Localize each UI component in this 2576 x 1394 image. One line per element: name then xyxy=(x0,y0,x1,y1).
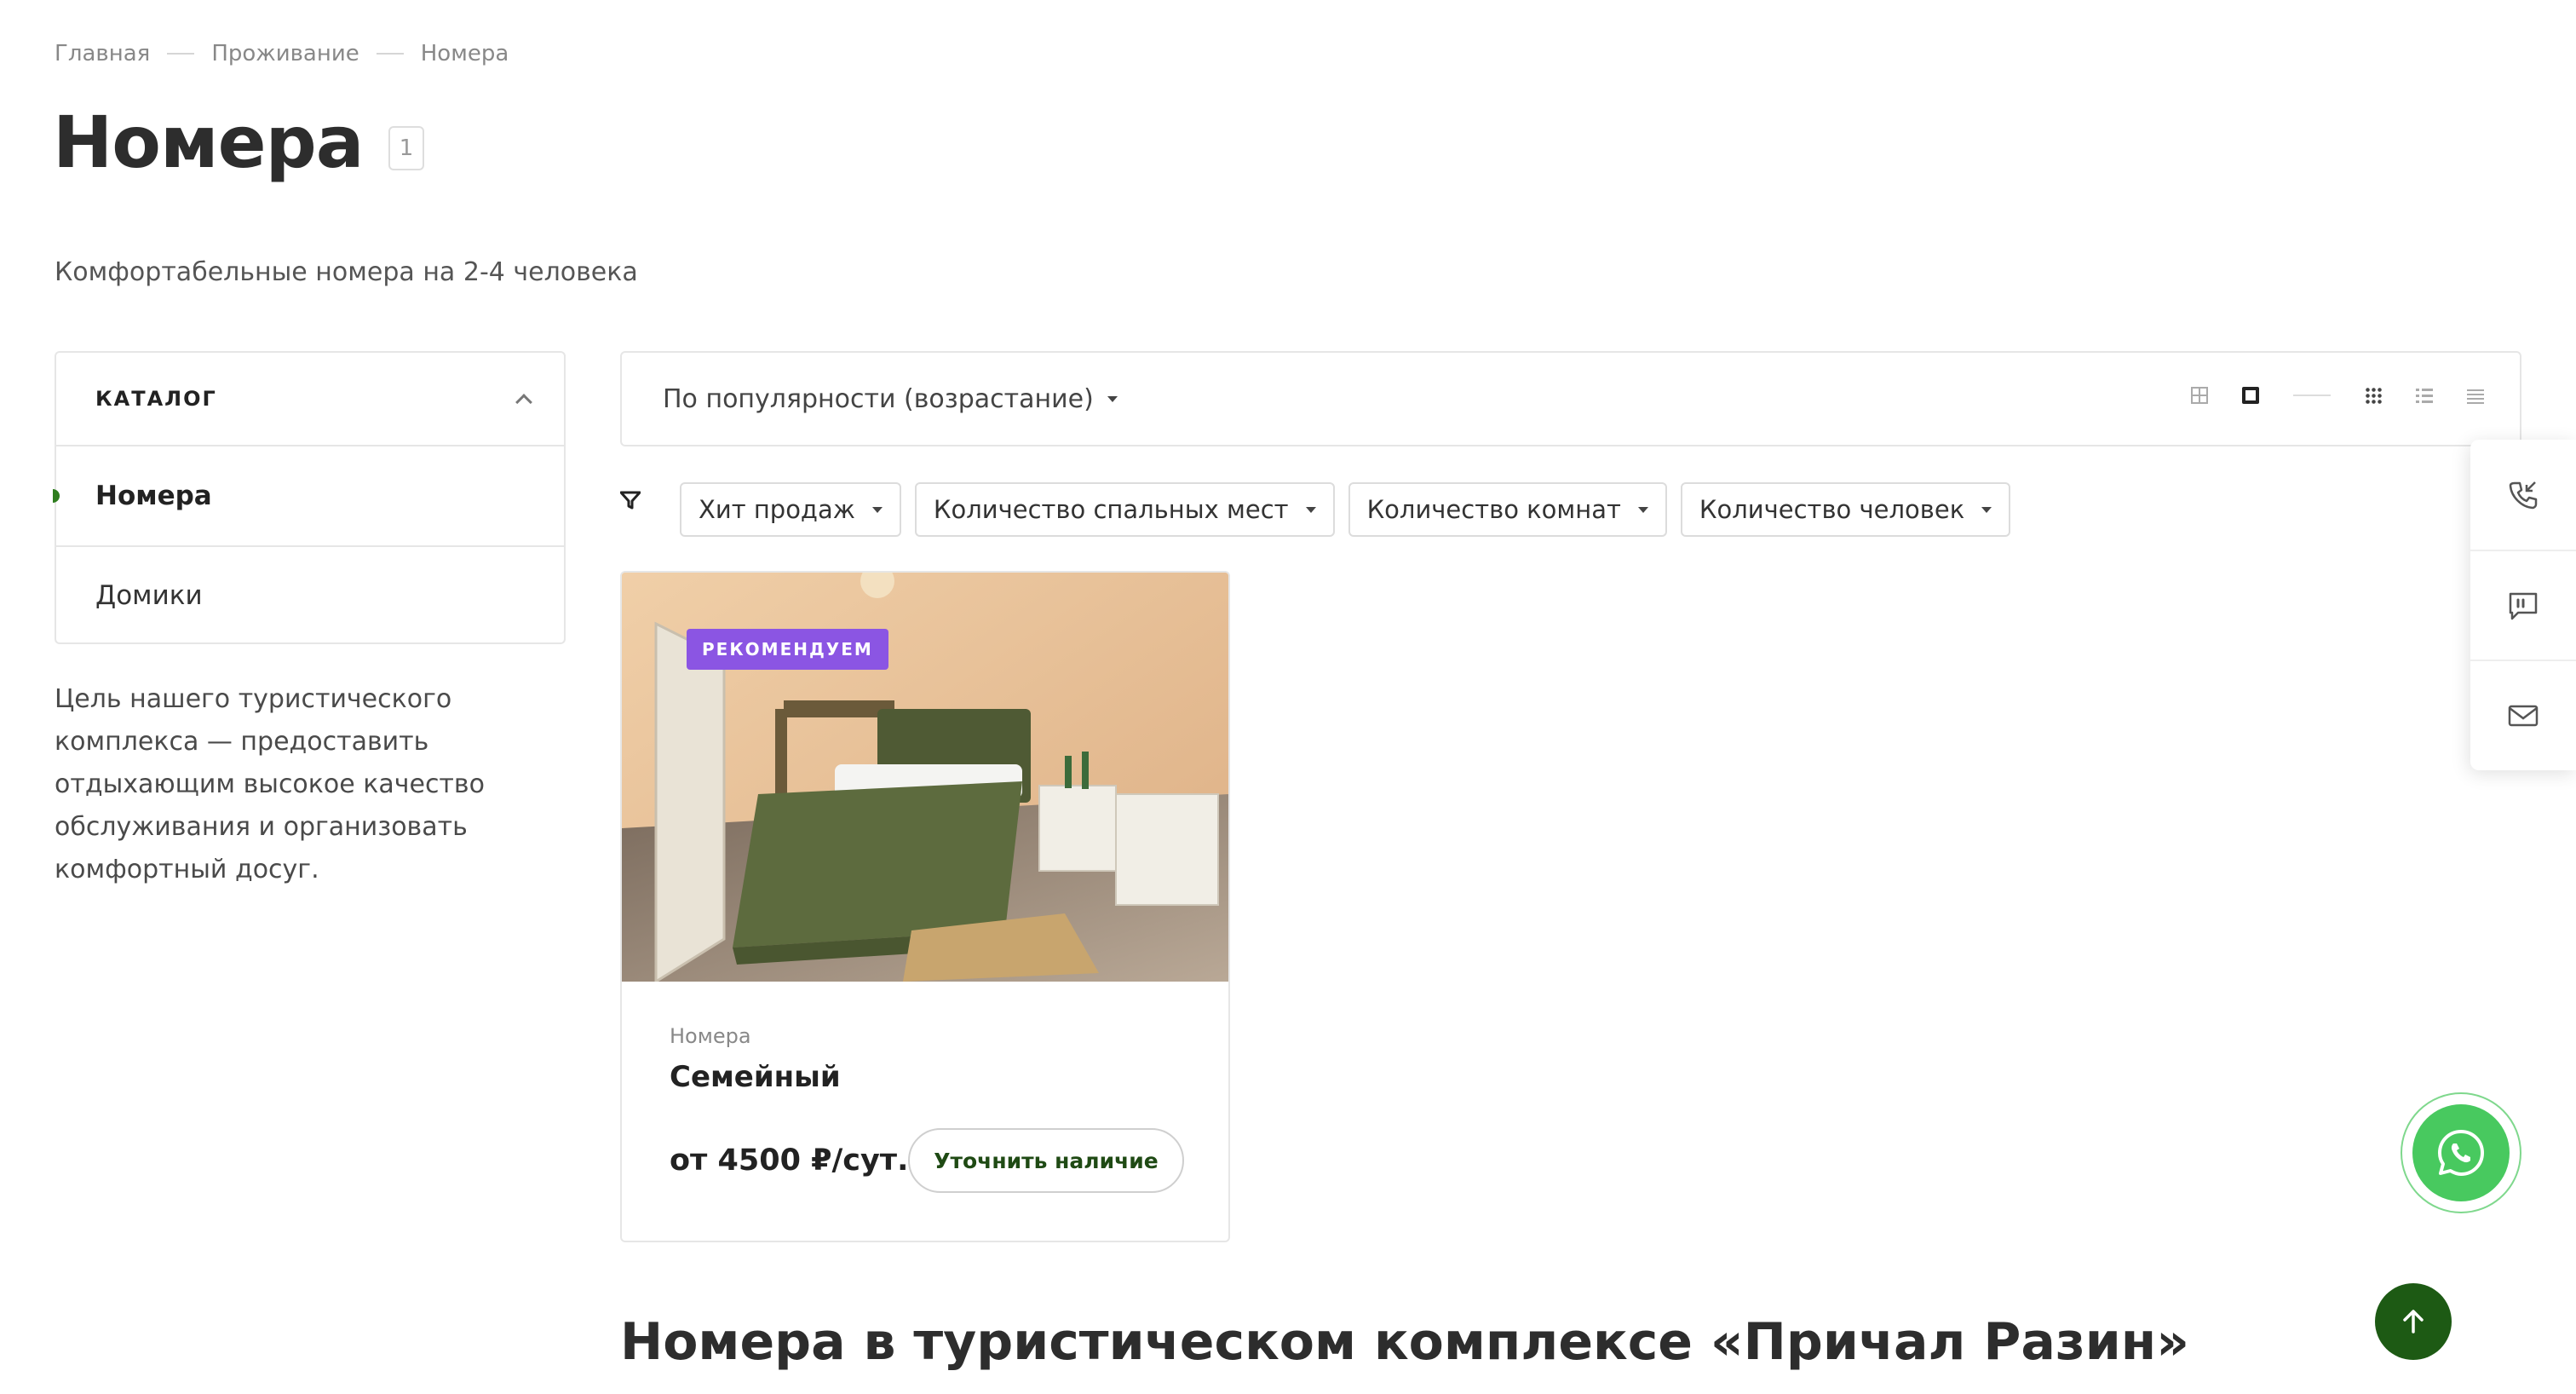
scroll-to-top-button[interactable] xyxy=(2375,1283,2452,1360)
filter-label: Количество человек xyxy=(1699,495,1965,524)
breadcrumb-separator xyxy=(376,53,404,55)
tiles-icon[interactable] xyxy=(2365,387,2382,404)
phone-callback-icon xyxy=(2509,481,2538,509)
breadcrumb-home[interactable]: Главная xyxy=(55,41,150,66)
product-photo[interactable]: РЕКОМЕНДУЕМ xyxy=(622,573,1228,982)
whatsapp-icon xyxy=(2438,1130,2484,1176)
breadcrumb-current: Номера xyxy=(420,41,509,66)
filter-beds[interactable]: Количество спальных мест xyxy=(914,482,1335,537)
caret-down-icon xyxy=(1637,506,1648,513)
caret-down-icon xyxy=(1981,506,1992,513)
chevron-up-icon[interactable] xyxy=(515,394,532,411)
product-category: Номера xyxy=(670,1024,751,1048)
catalog-title: КАТАЛОГ xyxy=(95,387,217,411)
filter-icon[interactable] xyxy=(620,491,641,510)
breadcrumb-separator xyxy=(167,53,195,55)
sort-select-value: По популярности (возрастание) xyxy=(663,383,1094,414)
caret-down-icon xyxy=(1305,506,1316,513)
callback-button[interactable] xyxy=(2470,440,2576,550)
product-card: РЕКОМЕНДУЕМ Номера Семейный от 4500 ₽/су… xyxy=(620,571,1230,1242)
chat-quote-icon xyxy=(2509,592,2538,619)
recommended-badge: РЕКОМЕНДУЕМ xyxy=(687,629,888,670)
table-icon[interactable] xyxy=(2467,387,2484,404)
filter-label: Хит продаж xyxy=(699,495,855,524)
breadcrumb: Главная Проживание Номера xyxy=(55,41,509,66)
arrow-up-icon xyxy=(2403,1310,2424,1334)
view-switcher xyxy=(2191,387,2484,404)
filter-guests[interactable]: Количество человек xyxy=(1680,482,2011,537)
filter-label: Количество спальных мест xyxy=(933,495,1289,524)
whatsapp-circle xyxy=(2412,1104,2510,1201)
contact-panel xyxy=(2470,440,2576,770)
check-availability-button[interactable]: Уточнить наличие xyxy=(908,1128,1184,1193)
results-count-badge: 1 xyxy=(388,126,424,170)
page-subtitle: Комфортабельные номера на 2-4 человека xyxy=(55,257,638,287)
page-title: Номера xyxy=(53,101,364,184)
filter-bestseller[interactable]: Хит продаж xyxy=(680,482,901,537)
sort-bar: По популярности (возрастание) xyxy=(620,351,2521,446)
email-button[interactable] xyxy=(2470,660,2576,769)
grid-large-icon[interactable] xyxy=(2242,387,2259,404)
catalog-menu: КАТАЛОГ Номера Домики xyxy=(53,351,566,644)
chat-button[interactable] xyxy=(2470,550,2576,660)
filter-rooms[interactable]: Количество комнат xyxy=(1348,482,1667,537)
product-name[interactable]: Семейный xyxy=(670,1060,841,1094)
sort-select[interactable]: По популярности (возрастание) xyxy=(663,384,1118,414)
product-price: от 4500 ₽/сут. xyxy=(670,1143,909,1178)
section-title: Номера в туристическом комплексе «Причал… xyxy=(620,1312,2189,1372)
view-divider xyxy=(2293,395,2331,396)
whatsapp-button[interactable] xyxy=(2401,1092,2521,1213)
breadcrumb-living[interactable]: Проживание xyxy=(211,41,359,66)
caret-down-icon xyxy=(871,506,883,513)
caret-down-icon xyxy=(1107,395,1118,402)
list-icon[interactable] xyxy=(2416,387,2433,404)
filter-label: Количество комнат xyxy=(1366,495,1621,524)
catalog-item-cottages[interactable]: Домики xyxy=(56,545,564,644)
catalog-description: Цель нашего туристического комплекса — п… xyxy=(55,684,485,884)
mail-icon xyxy=(2508,705,2539,726)
catalog-header[interactable]: КАТАЛОГ xyxy=(56,353,564,446)
grid-small-icon[interactable] xyxy=(2191,387,2208,404)
catalog-item-rooms[interactable]: Номера xyxy=(53,446,564,545)
filter-bar: Хит продаж Количество спальных мест Коли… xyxy=(680,482,2011,537)
